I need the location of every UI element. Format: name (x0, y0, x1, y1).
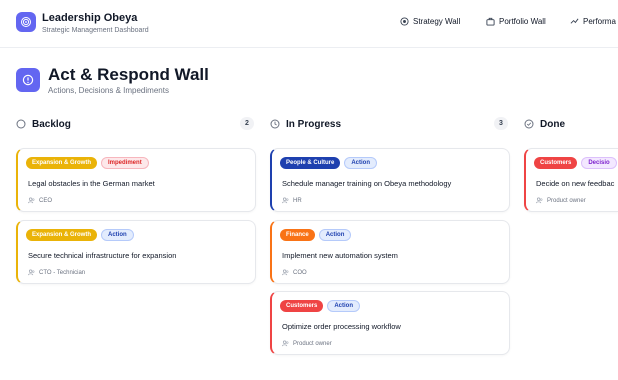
card-tags: Customers Action (280, 300, 361, 312)
column-count-badge: 3 (494, 117, 508, 130)
page-icon (16, 68, 40, 92)
circle-icon (16, 119, 26, 129)
action-card[interactable]: Expansion & Growth Impediment Legal obst… (16, 148, 256, 212)
column-title: Done (540, 118, 565, 130)
nav-performance[interactable]: Performa (570, 17, 616, 26)
fingerprint-icon (21, 17, 31, 27)
card-owner: CTO - Technician (28, 269, 85, 276)
column-title: In Progress (286, 118, 342, 130)
card-title: Implement new automation system (282, 251, 398, 260)
check-circle-icon (524, 119, 534, 129)
owner-label: COO (293, 269, 307, 276)
nav-label: Performa (583, 17, 616, 26)
card-tags: People & Culture Action (280, 157, 378, 169)
nav-strategy-wall[interactable]: Strategy Wall (400, 17, 460, 26)
card-title: Schedule manager training on Obeya metho… (282, 179, 452, 188)
card-owner: Product owner (282, 340, 332, 347)
type-tag: Decisio (581, 157, 617, 169)
card-owner: HR (282, 197, 302, 204)
nav-label: Portfolio Wall (499, 17, 546, 26)
action-card[interactable]: Customers Decisio Decide on new feedbac … (524, 148, 618, 212)
alert-circle-icon (22, 74, 34, 86)
owner-label: Product owner (547, 197, 586, 204)
nav-label: Strategy Wall (413, 17, 461, 26)
card-title: Optimize order processing workflow (282, 322, 401, 331)
column-header-done: Done (524, 117, 565, 131)
card-title: Decide on new feedbac (536, 179, 615, 188)
app-logo[interactable] (16, 12, 36, 32)
users-icon (282, 340, 289, 347)
card-tags: Finance Action (280, 229, 352, 241)
clock-icon (270, 119, 280, 129)
column-header-backlog: Backlog (16, 117, 71, 131)
owner-label: HR (293, 197, 302, 204)
users-icon (28, 269, 35, 276)
app-title: Leadership Obeya (42, 12, 138, 24)
top-bar: Leadership Obeya Strategic Management Da… (0, 0, 618, 48)
owner-label: CTO - Technician (39, 269, 86, 276)
action-card[interactable]: Customers Action Optimize order processi… (270, 291, 510, 355)
card-tags: Customers Decisio (534, 157, 617, 169)
action-card[interactable]: Finance Action Implement new automation … (270, 220, 510, 284)
card-owner: Product owner (536, 197, 586, 204)
card-title: Secure technical infrastructure for expa… (28, 251, 177, 260)
type-tag: Impediment (101, 157, 149, 169)
type-tag: Action (318, 229, 352, 241)
category-tag: Finance (280, 229, 315, 241)
category-tag: Customers (280, 300, 324, 312)
card-tags: Expansion & Growth Impediment (26, 157, 149, 169)
category-tag: People & Culture (280, 157, 341, 169)
card-title: Legal obstacles in the German market (28, 179, 155, 188)
app-subtitle: Strategic Management Dashboard (42, 27, 149, 34)
users-icon (536, 197, 543, 204)
column-count-badge: 2 (240, 117, 254, 130)
column-header-in-progress: In Progress (270, 117, 341, 131)
category-tag: Expansion & Growth (26, 229, 98, 241)
users-icon (28, 197, 35, 204)
page-title: Act & Respond Wall (48, 65, 209, 84)
card-owner: CEO (28, 197, 52, 204)
category-tag: Customers (534, 157, 578, 169)
owner-label: CEO (39, 197, 53, 204)
column-title: Backlog (32, 118, 71, 130)
target-icon (400, 17, 409, 26)
page-subtitle: Actions, Decisions & Impediments (48, 86, 169, 95)
type-tag: Action (101, 229, 134, 241)
type-tag: Action (344, 157, 378, 169)
type-tag: Action (327, 300, 361, 312)
briefcase-icon (486, 17, 495, 26)
users-icon (282, 269, 289, 276)
users-icon (282, 197, 289, 204)
card-tags: Expansion & Growth Action (26, 229, 134, 241)
trend-icon (570, 18, 579, 24)
card-owner: COO (282, 269, 307, 276)
category-tag: Expansion & Growth (26, 157, 98, 169)
action-card[interactable]: People & Culture Action Schedule manager… (270, 148, 510, 212)
nav-portfolio-wall[interactable]: Portfolio Wall (486, 17, 546, 26)
action-card[interactable]: Expansion & Growth Action Secure technic… (16, 220, 256, 284)
owner-label: Product owner (293, 340, 332, 347)
